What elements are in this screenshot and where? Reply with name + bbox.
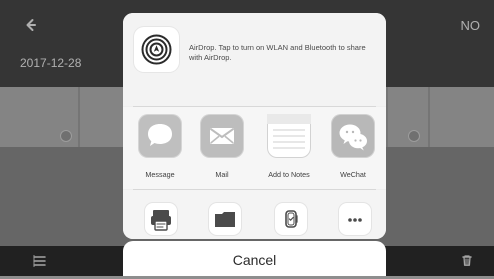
wechat-icon — [331, 114, 375, 158]
share-app-message[interactable]: Message — [129, 114, 191, 184]
folder-icon[interactable] — [209, 203, 241, 235]
share-app-label: Mail — [215, 170, 229, 179]
notes-icon — [267, 114, 311, 158]
airdrop-icon[interactable] — [134, 27, 179, 72]
share-sheet: AirDrop. Tap to turn on WLAN and Bluetoo… — [123, 13, 386, 239]
share-app-label: WeChat — [340, 170, 366, 179]
share-app-label: Message — [145, 170, 175, 179]
message-icon — [138, 114, 182, 158]
airdrop-section[interactable]: AirDrop. Tap to turn on WLAN and Bluetoo… — [123, 13, 386, 106]
more-icon[interactable] — [339, 203, 371, 235]
share-app-wechat[interactable]: WeChat — [322, 114, 384, 184]
watch-icon[interactable] — [275, 203, 307, 235]
share-apps-row: Message Mail Add to Notes WeChat — [123, 107, 386, 189]
share-actions-row — [123, 190, 386, 239]
mail-icon — [200, 114, 244, 158]
share-app-mail[interactable]: Mail — [191, 114, 253, 184]
airdrop-description: AirDrop. Tap to turn on WLAN and Bluetoo… — [189, 43, 366, 62]
print-icon[interactable] — [145, 203, 177, 235]
cancel-button[interactable]: Cancel — [123, 241, 386, 276]
share-app-label: Add to Notes — [268, 170, 310, 179]
share-app-notes[interactable]: Add to Notes — [258, 114, 320, 184]
